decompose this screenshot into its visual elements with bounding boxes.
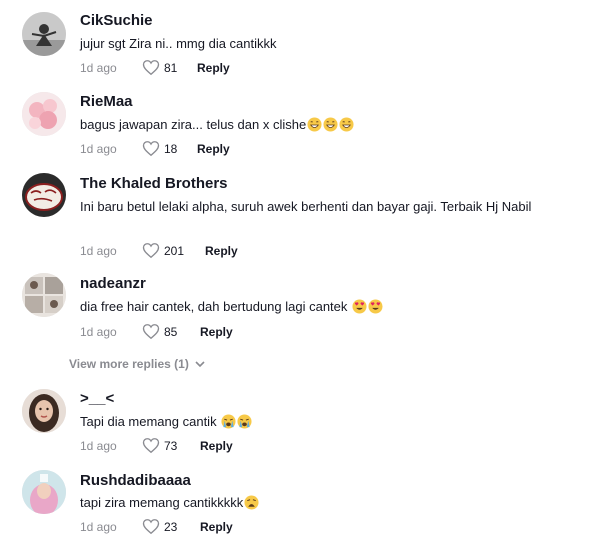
reply-button[interactable]: Reply: [200, 325, 233, 339]
like-count: 73: [164, 439, 178, 453]
comment-username[interactable]: The Khaled Brothers: [80, 175, 228, 192]
comment-text: Tapi dia memang cantik: [80, 411, 550, 432]
avatar[interactable]: [22, 470, 66, 514]
view-more-replies-button[interactable]: View more replies (1): [69, 357, 205, 371]
like-count: 18: [164, 142, 178, 156]
grin-emoji-icon: [339, 117, 354, 132]
heart-icon[interactable]: [142, 518, 160, 535]
like-count: 201: [164, 244, 185, 258]
comment-timestamp: 1d ago: [80, 61, 117, 75]
crying-emoji-icon: [237, 414, 252, 429]
like-count: 81: [164, 61, 178, 75]
grin-emoji-icon: [323, 117, 338, 132]
grin-emoji-icon: [307, 117, 322, 132]
heart-icon[interactable]: [142, 437, 160, 454]
avatar[interactable]: [22, 273, 66, 317]
like-count: 85: [164, 325, 178, 339]
comment-username[interactable]: Rushdadibaaaa: [80, 472, 191, 489]
heart-icon[interactable]: [142, 323, 160, 340]
heart-eyes-emoji-icon: [352, 299, 367, 314]
view-more-label: View more replies (1): [69, 357, 189, 371]
heart-icon[interactable]: [142, 59, 160, 76]
comment-timestamp: 1d ago: [80, 439, 117, 453]
reply-button[interactable]: Reply: [197, 61, 230, 75]
reply-button[interactable]: Reply: [205, 244, 238, 258]
comment-timestamp: 1d ago: [80, 325, 117, 339]
comment-username[interactable]: nadeanzr: [80, 275, 146, 292]
like-count: 23: [164, 520, 178, 534]
comment-text: jujur sgt Zira ni.. mmg dia cantikkk: [80, 36, 277, 51]
weary-emoji-icon: [244, 495, 259, 510]
avatar[interactable]: [22, 389, 66, 433]
heart-eyes-emoji-icon: [368, 299, 383, 314]
comment-username[interactable]: CikSuchie: [80, 12, 153, 29]
comment-text: bagus jawapan zira... telus dan x clishe: [80, 114, 550, 135]
comment-text: Ini baru betul lelaki alpha, suruh awek …: [80, 199, 532, 214]
comment-text: dia free hair cantek, dah bertudung lagi…: [80, 296, 550, 317]
comment-timestamp: 1d ago: [80, 142, 117, 156]
crying-emoji-icon: [221, 414, 236, 429]
heart-icon[interactable]: [142, 242, 160, 259]
avatar[interactable]: [22, 173, 66, 217]
comment-username[interactable]: >__<: [80, 390, 114, 407]
comment-text: tapi zira memang cantikkkkk: [80, 492, 550, 513]
reply-button[interactable]: Reply: [200, 520, 233, 534]
avatar[interactable]: [22, 92, 66, 136]
chevron-down-icon: [195, 357, 205, 371]
reply-button[interactable]: Reply: [200, 439, 233, 453]
comment-timestamp: 1d ago: [80, 520, 117, 534]
comment-timestamp: 1d ago: [80, 244, 117, 258]
heart-icon[interactable]: [142, 140, 160, 157]
reply-button[interactable]: Reply: [197, 142, 230, 156]
comment-username[interactable]: RieMaa: [80, 93, 133, 110]
avatar[interactable]: [22, 12, 66, 56]
